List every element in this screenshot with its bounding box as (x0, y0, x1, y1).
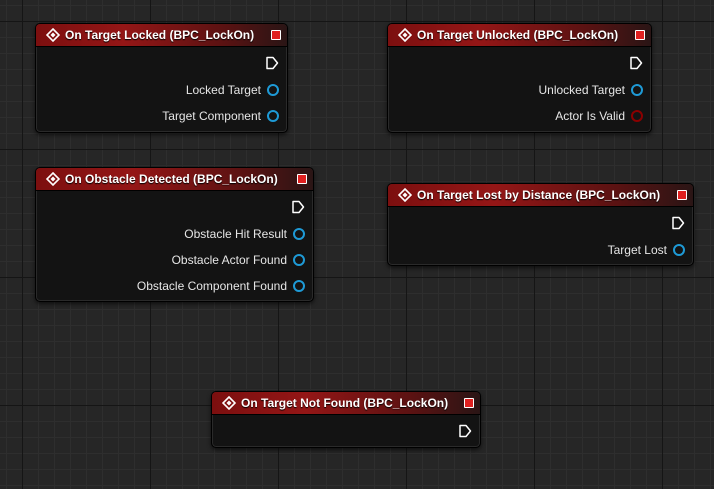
event-node-target-unlocked[interactable]: On Target Unlocked (BPC_LockOn) Unlocked… (387, 23, 652, 133)
pin-label: Target Lost (607, 243, 667, 257)
exec-output-pin[interactable] (458, 424, 472, 438)
node-header[interactable]: On Target Locked (BPC_LockOn) (36, 24, 287, 47)
exec-output-pin[interactable] (265, 56, 279, 70)
delegate-pin[interactable] (271, 30, 281, 40)
struct-pin-icon[interactable] (293, 228, 305, 240)
object-pin-icon[interactable] (673, 244, 685, 256)
output-pin-target-lost[interactable]: Target Lost (608, 242, 685, 258)
exec-output-pin[interactable] (629, 56, 643, 70)
event-node-target-locked[interactable]: On Target Locked (BPC_LockOn) Locked Tar… (35, 23, 288, 133)
delegate-pin[interactable] (635, 30, 645, 40)
object-pin-icon[interactable] (267, 110, 279, 122)
exec-arrow-icon (266, 56, 279, 70)
delegate-pin[interactable] (297, 174, 307, 184)
exec-output-pin[interactable] (671, 216, 685, 230)
event-node-target-not-found[interactable]: On Target Not Found (BPC_LockOn) (211, 391, 481, 448)
node-header[interactable]: On Target Lost by Distance (BPC_LockOn) (388, 184, 693, 207)
event-node-target-lost-by-distance[interactable]: On Target Lost by Distance (BPC_LockOn) … (387, 183, 694, 266)
exec-arrow-icon (459, 424, 472, 438)
object-pin-icon[interactable] (293, 280, 305, 292)
event-diamond-icon (398, 188, 412, 202)
delegate-pin[interactable] (464, 398, 474, 408)
exec-arrow-icon (292, 200, 305, 214)
delegate-pin[interactable] (677, 190, 687, 200)
bool-pin-icon[interactable] (631, 110, 643, 122)
output-pin-target-component[interactable]: Target Component (162, 108, 279, 124)
output-pin-obstacle-actor-found[interactable]: Obstacle Actor Found (172, 252, 305, 268)
event-diamond-icon (398, 28, 412, 42)
exec-arrow-icon (672, 216, 685, 230)
event-node-obstacle-detected[interactable]: On Obstacle Detected (BPC_LockOn) Obstac… (35, 167, 314, 302)
pin-label: Target Component (162, 109, 261, 123)
node-header[interactable]: On Target Unlocked (BPC_LockOn) (388, 24, 651, 47)
object-pin-icon[interactable] (293, 254, 305, 266)
node-header[interactable]: On Obstacle Detected (BPC_LockOn) (36, 168, 313, 191)
output-pin-actor-is-valid[interactable]: Actor Is Valid (555, 108, 643, 124)
output-pin-obstacle-hit-result[interactable]: Obstacle Hit Result (184, 226, 305, 242)
node-title: On Target Lost by Distance (BPC_LockOn) (417, 188, 661, 202)
pin-label: Locked Target (185, 83, 261, 97)
event-diamond-icon (46, 28, 60, 42)
output-pin-obstacle-component-found[interactable]: Obstacle Component Found (137, 278, 305, 294)
pin-label: Unlocked Target (538, 83, 626, 97)
output-pin-locked-target[interactable]: Locked Target (186, 82, 279, 98)
pin-label: Obstacle Hit Result (184, 227, 287, 241)
node-title: On Target Not Found (BPC_LockOn) (241, 396, 449, 410)
pin-label: Actor Is Valid (555, 109, 625, 123)
exec-arrow-icon (630, 56, 643, 70)
node-title: On Target Locked (BPC_LockOn) (65, 28, 255, 42)
node-header[interactable]: On Target Not Found (BPC_LockOn) (212, 392, 480, 415)
node-title: On Target Unlocked (BPC_LockOn) (417, 28, 619, 42)
exec-output-pin[interactable] (291, 200, 305, 214)
pin-label: Obstacle Actor Found (171, 253, 287, 267)
event-diamond-icon (46, 172, 60, 186)
event-diamond-icon (222, 396, 236, 410)
object-pin-icon[interactable] (631, 84, 643, 96)
output-pin-unlocked-target[interactable]: Unlocked Target (538, 82, 643, 98)
pin-label: Obstacle Component Found (136, 279, 287, 293)
node-title: On Obstacle Detected (BPC_LockOn) (65, 172, 278, 186)
object-pin-icon[interactable] (267, 84, 279, 96)
